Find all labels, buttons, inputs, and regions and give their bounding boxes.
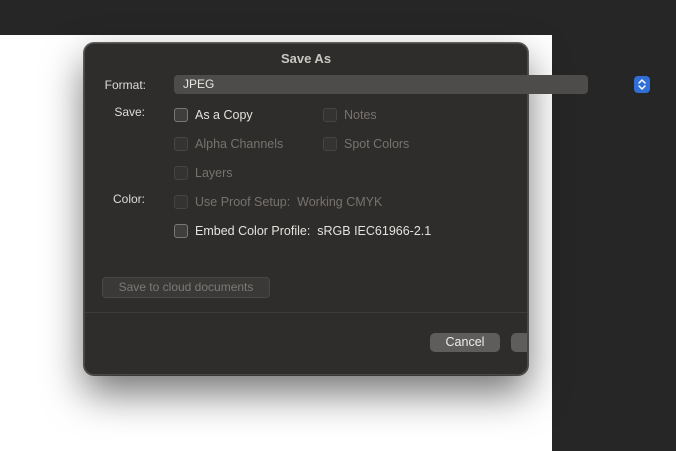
- notes-checkbox[interactable]: Notes: [323, 108, 377, 122]
- layers-checkbox[interactable]: Layers: [174, 166, 233, 180]
- format-select[interactable]: JPEG: [174, 75, 650, 94]
- checkbox-box[interactable]: [174, 224, 188, 238]
- chevron-updown-icon[interactable]: [634, 76, 650, 93]
- use-proof-setup-checkbox[interactable]: Use Proof Setup: Working CMYK: [174, 195, 382, 209]
- checkbox-box[interactable]: [323, 137, 337, 151]
- footer-divider: [85, 312, 527, 313]
- format-value: JPEG: [183, 77, 215, 91]
- use-proof-setup-label: Use Proof Setup: Working CMYK: [195, 195, 383, 209]
- alpha-channels-label: Alpha Channels: [195, 137, 284, 151]
- save-label: Save:: [114, 105, 145, 119]
- embed-color-profile-checkbox[interactable]: Embed Color Profile: sRGB IEC61966-2.1: [174, 224, 431, 238]
- spot-colors-label: Spot Colors: [344, 137, 410, 151]
- save-as-dialog: Save As Format: JPEG Save: As a Copy Not…: [84, 43, 650, 375]
- notes-label: Notes: [344, 108, 377, 122]
- spot-colors-checkbox[interactable]: Spot Colors: [323, 137, 409, 151]
- save-to-cloud-button[interactable]: Save to cloud documents: [102, 277, 270, 298]
- checkbox-box[interactable]: [174, 166, 188, 180]
- layers-label: Layers: [195, 166, 233, 180]
- as-a-copy-label: As a Copy: [195, 108, 253, 122]
- as-a-copy-checkbox[interactable]: As a Copy: [174, 108, 253, 122]
- cancel-button[interactable]: Cancel: [430, 333, 500, 352]
- alpha-channels-checkbox[interactable]: Alpha Channels: [174, 137, 283, 151]
- save-button[interactable]: [511, 333, 527, 352]
- format-label: Format:: [104, 78, 146, 92]
- checkbox-box[interactable]: [174, 108, 188, 122]
- checkbox-box[interactable]: [174, 195, 188, 209]
- checkbox-box[interactable]: [174, 137, 188, 151]
- color-label: Color:: [112, 192, 145, 206]
- embed-color-profile-label: Embed Color Profile: sRGB IEC61966-2.1: [195, 224, 432, 238]
- dialog-title: Save As: [280, 51, 332, 66]
- checkbox-box[interactable]: [323, 108, 337, 122]
